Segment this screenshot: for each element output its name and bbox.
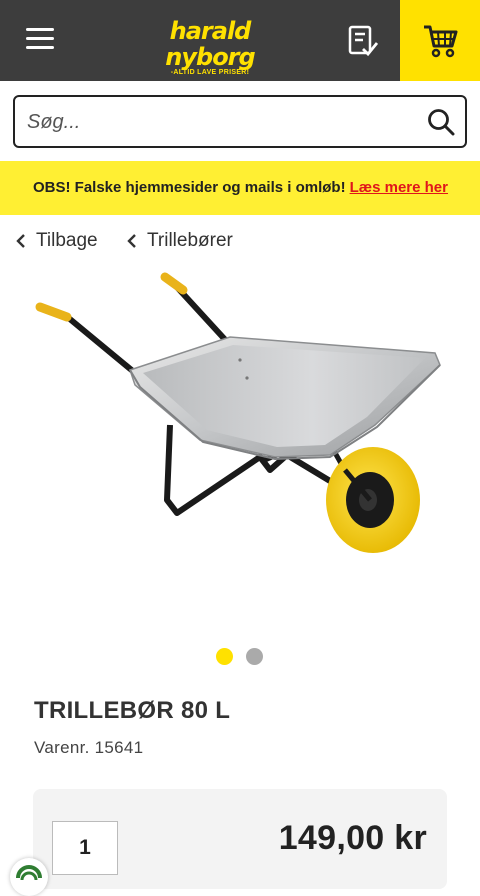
back-link-label: Tilbage [36, 230, 98, 251]
top-header: harald nyborg -ALTID LAVE PRISER! [0, 0, 480, 81]
search-icon[interactable] [427, 108, 455, 136]
breadcrumb-category-link[interactable]: Trillebører [127, 230, 233, 252]
sku-label: Varenr. [34, 738, 90, 757]
shopping-cart-icon [424, 25, 458, 58]
purchase-box: 1 149,00 kr [33, 789, 447, 889]
chevron-left-icon [16, 234, 25, 248]
breadcrumb: Tilbage Trillebører [0, 228, 480, 256]
checklist-icon[interactable] [346, 24, 380, 58]
logo[interactable]: harald nyborg -ALTID LAVE PRISER! [140, 18, 280, 76]
gallery-dot-1[interactable] [216, 648, 233, 665]
product-price: 149,00 kr [278, 819, 427, 857]
cart-button[interactable] [400, 0, 480, 81]
product-sku: Varenr. 15641 [34, 738, 143, 758]
hamburger-menu-icon[interactable] [26, 28, 54, 52]
fraud-notice-banner: OBS! Falske hjemmesider og mails i omløb… [0, 161, 480, 215]
notice-text: OBS! Falske hjemmesider og mails i omløb… [33, 179, 346, 196]
sku-number: 15641 [94, 738, 144, 757]
trust-badge-icon[interactable] [10, 858, 48, 896]
quantity-input[interactable]: 1 [52, 821, 118, 875]
product-title: TRILLEBØR 80 L [34, 697, 231, 724]
logo-tagline: -ALTID LAVE PRISER! [170, 69, 250, 76]
chevron-left-icon [127, 234, 136, 248]
notice-read-more-link[interactable]: Læs mere her [350, 179, 448, 196]
back-link[interactable]: Tilbage [16, 230, 98, 252]
logo-text: harald nyborg [165, 17, 255, 71]
product-image[interactable] [25, 265, 455, 565]
search-box [13, 95, 467, 148]
search-input[interactable] [27, 107, 407, 137]
gallery-dot-2[interactable] [246, 648, 263, 665]
breadcrumb-category-label: Trillebører [147, 230, 233, 251]
